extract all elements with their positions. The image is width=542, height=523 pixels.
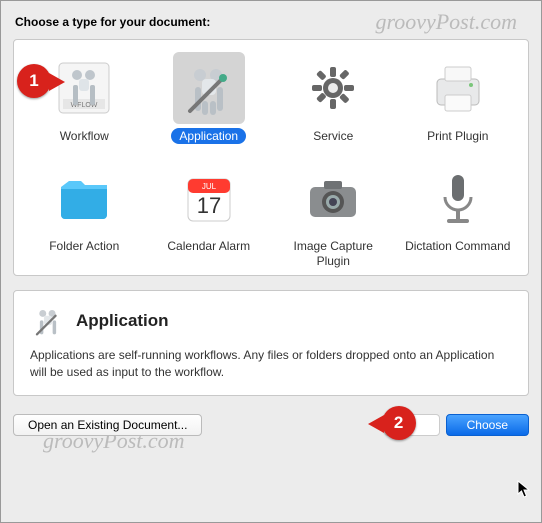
- svg-text:17: 17: [197, 193, 221, 218]
- choose-button[interactable]: Choose: [446, 414, 529, 436]
- application-icon-small: [30, 303, 66, 339]
- type-folder-action[interactable]: Folder Action: [22, 162, 147, 269]
- type-workflow[interactable]: WFLOW Workflow 1: [22, 52, 147, 144]
- type-service[interactable]: Service: [271, 52, 396, 144]
- close-button[interactable]: [384, 414, 440, 436]
- heading: Choose a type for your document:: [15, 15, 529, 29]
- description-text: Applications are self-running workflows.…: [30, 347, 512, 381]
- type-dictation-command[interactable]: Dictation Command: [396, 162, 521, 269]
- type-label: Dictation Command: [397, 238, 518, 254]
- type-application[interactable]: Application: [147, 52, 272, 144]
- type-image-capture-plugin[interactable]: Image Capture Plugin: [271, 162, 396, 269]
- description-title: Application: [76, 311, 169, 331]
- microphone-icon: [422, 162, 494, 234]
- application-icon: [173, 52, 245, 124]
- svg-text:JUL: JUL: [202, 182, 217, 191]
- type-print-plugin[interactable]: Print Plugin: [396, 52, 521, 144]
- type-grid: WFLOW Workflow 1: [22, 52, 520, 269]
- folder-icon: [48, 162, 120, 234]
- button-row: Open an Existing Document... 2 Choose: [13, 414, 529, 436]
- printer-icon: [422, 52, 494, 124]
- open-existing-button[interactable]: Open an Existing Document...: [13, 414, 202, 436]
- type-grid-panel: WFLOW Workflow 1: [13, 39, 529, 276]
- type-label: Service: [305, 128, 361, 144]
- type-label: Workflow: [52, 128, 117, 144]
- service-icon: [297, 52, 369, 124]
- type-label: Calendar Alarm: [159, 238, 258, 254]
- workflow-icon: WFLOW: [48, 52, 120, 124]
- calendar-icon: JUL 17: [173, 162, 245, 234]
- description-panel: Application Applications are self-runnin…: [13, 290, 529, 396]
- type-label: Print Plugin: [419, 128, 496, 144]
- callout-1: 1: [17, 64, 51, 98]
- type-label: Folder Action: [41, 238, 127, 254]
- cursor-icon: [517, 480, 531, 498]
- type-calendar-alarm[interactable]: JUL 17 Calendar Alarm: [147, 162, 272, 269]
- type-label: Image Capture Plugin: [271, 238, 396, 269]
- type-label: Application: [171, 128, 246, 144]
- automator-template-chooser: groovyPost.com Choose a type for your do…: [0, 0, 542, 523]
- camera-icon: [297, 162, 369, 234]
